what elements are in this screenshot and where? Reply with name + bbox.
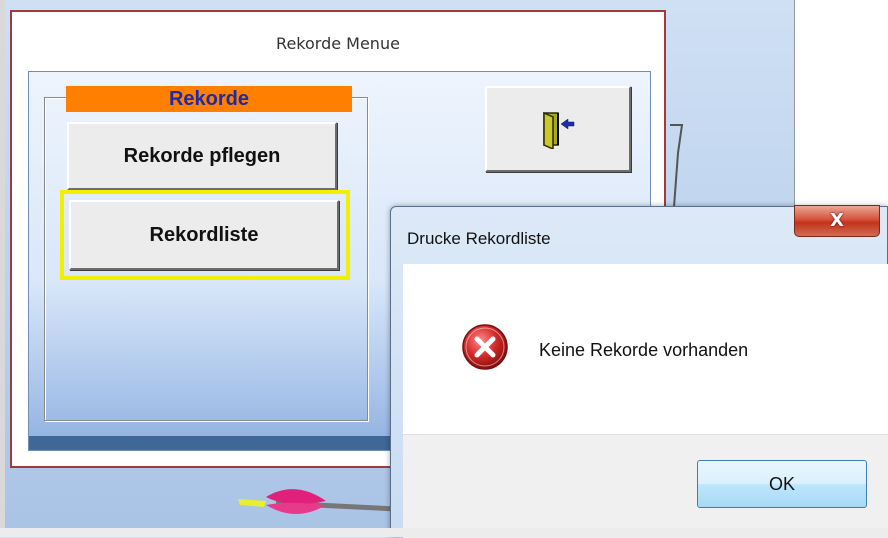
dialog-body: Keine Rekorde vorhanden OK <box>403 264 888 538</box>
ok-button[interactable]: OK <box>697 460 867 508</box>
dialog-content: Keine Rekorde vorhanden <box>403 264 888 434</box>
arrow-decoration <box>238 489 396 514</box>
taskbar-strip <box>0 528 888 537</box>
dialog-title: Drucke Rekordliste <box>407 229 551 248</box>
dialog-message: Keine Rekorde vorhanden <box>539 340 749 360</box>
message-dialog: Drucke Rekordliste X Keine Rekorde vorha… <box>390 205 888 538</box>
background-strip <box>0 0 5 537</box>
close-button[interactable]: X <box>794 205 880 237</box>
exit-button[interactable] <box>485 86 631 172</box>
menu-window-title: Rekorde Menue <box>276 34 400 53</box>
rekorde-pflegen-button[interactable]: Rekorde pflegen <box>67 122 337 190</box>
dialog-footer: OK <box>403 434 888 538</box>
rekordliste-button[interactable]: Rekordliste <box>69 200 339 270</box>
background-line-decoration <box>670 124 684 208</box>
exit-door-icon <box>543 111 575 149</box>
rekorde-group-title: Rekorde <box>66 86 352 112</box>
error-icon <box>462 324 508 370</box>
